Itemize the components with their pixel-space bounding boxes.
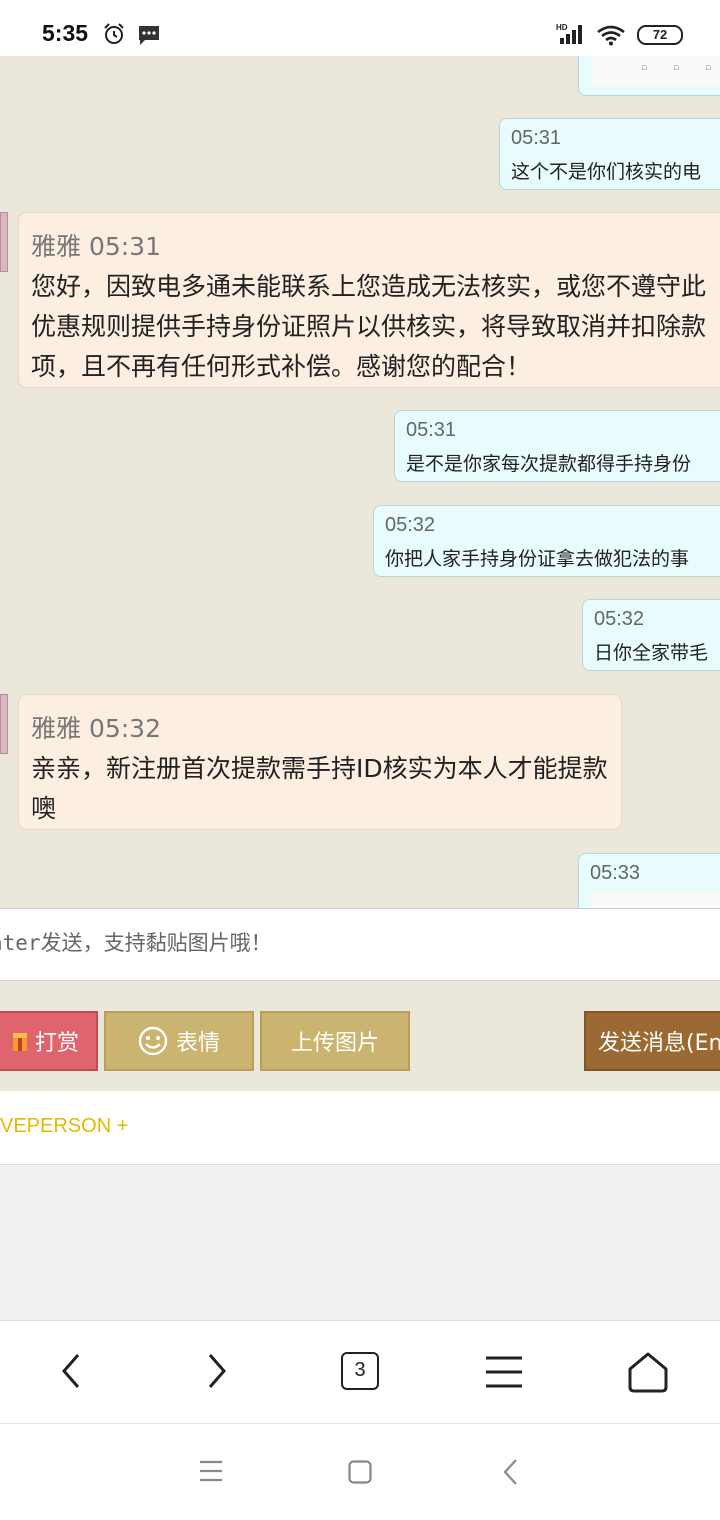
status-time: 5:35 bbox=[42, 20, 89, 46]
image-message-bubble[interactable]: 05:33 bbox=[578, 853, 720, 908]
avatar[interactable] bbox=[0, 694, 8, 754]
message-icon bbox=[139, 26, 159, 45]
alarm-icon bbox=[104, 23, 124, 44]
outgoing-message[interactable]: 05:32 日你全家带毛 bbox=[582, 599, 720, 671]
image-thumbnail[interactable] bbox=[591, 892, 720, 908]
upload-label: 上传图片 bbox=[290, 1031, 379, 1056]
thumb-dot-icon: ▫ bbox=[673, 63, 680, 73]
emoji-button[interactable]: 表情 bbox=[104, 1011, 254, 1071]
thumb-dot-icon: ▫ bbox=[641, 63, 648, 73]
outgoing-message[interactable]: 05:31 这个不是你们核实的电 bbox=[499, 118, 720, 190]
network-label: HD bbox=[556, 23, 568, 32]
blank-area bbox=[0, 1165, 720, 1320]
message-sender: 雅雅 05:32 bbox=[31, 714, 161, 743]
message-text: 日你全家带毛 bbox=[594, 642, 709, 664]
system-navigation-bar bbox=[0, 1424, 720, 1520]
message-sender: 雅雅 05:31 bbox=[31, 232, 161, 261]
message-time: 05:32 bbox=[594, 608, 645, 630]
signal-icon: HD bbox=[556, 23, 582, 44]
brand-text[interactable]: VEPERSON + bbox=[0, 1115, 128, 1138]
thumb-dot-icon: ▫ bbox=[705, 63, 712, 73]
chevron-left-icon[interactable] bbox=[56, 1351, 86, 1391]
home-icon[interactable] bbox=[626, 1351, 670, 1393]
message-text: 您好，因致电多通未能联系上您造成无法核实，或您不遵守此优惠规则提供手持身份证照片… bbox=[31, 272, 707, 381]
message-text: 你把人家手持身份证拿去做犯法的事 bbox=[385, 548, 690, 570]
status-bar: 5:35 HD 72 bbox=[0, 0, 720, 56]
message-text: 是不是你家每次提款都得手持身份 bbox=[406, 453, 692, 475]
message-time: 05:31 bbox=[511, 127, 562, 149]
avatar[interactable] bbox=[0, 212, 8, 272]
message-time: 05:33 bbox=[590, 862, 641, 884]
send-label: 发送消息(En bbox=[598, 1031, 720, 1056]
outgoing-message[interactable]: 05:32 你把人家手持身份证拿去做犯法的事 bbox=[373, 505, 720, 577]
tabs-button[interactable]: 3 bbox=[341, 1352, 379, 1390]
message-time: 05:32 bbox=[385, 514, 436, 536]
wifi-icon bbox=[597, 25, 625, 46]
recents-icon[interactable] bbox=[199, 1460, 223, 1482]
gift-icon bbox=[12, 1033, 27, 1051]
brand-footer: VEPERSON + bbox=[0, 1091, 720, 1165]
reward-label: 打赏 bbox=[34, 1031, 79, 1056]
message-text: 亲亲，新注册首次提款需手持ID核实为本人才能提款噢 bbox=[31, 754, 608, 823]
send-button[interactable]: 发送消息(En bbox=[584, 1011, 720, 1071]
system-back-icon[interactable] bbox=[502, 1458, 518, 1486]
browser-toolbar: 3 bbox=[0, 1320, 720, 1424]
chat-area[interactable]: ▫ ▫ ▫ 05:31 这个不是你们核实的电 雅雅 05:31 您好，因致电多通… bbox=[0, 56, 720, 908]
message-text: 这个不是你们核实的电 bbox=[511, 161, 702, 183]
input-placeholder: nter发送，支持黏贴图片哦！ bbox=[0, 931, 272, 955]
incoming-message[interactable]: 雅雅 05:31 您好，因致电多通未能联系上您造成无法核实，或您不遵守此优惠规则… bbox=[18, 212, 720, 388]
message-input[interactable]: nter发送，支持黏贴图片哦！ bbox=[0, 908, 720, 981]
emoji-label: 表情 bbox=[175, 1031, 220, 1056]
incoming-message[interactable]: 雅雅 05:32 亲亲，新注册首次提款需手持ID核实为本人才能提款噢 bbox=[18, 694, 622, 830]
menu-icon[interactable] bbox=[484, 1355, 524, 1389]
image-thumbnail[interactable]: ▫ ▫ ▫ bbox=[593, 56, 720, 85]
upload-image-button[interactable]: 上传图片 bbox=[260, 1011, 410, 1071]
smiley-icon bbox=[138, 1026, 168, 1056]
reward-button[interactable]: 打赏 bbox=[0, 1011, 98, 1071]
chevron-right-icon[interactable] bbox=[202, 1351, 232, 1391]
image-message-bubble[interactable]: ▫ ▫ ▫ bbox=[578, 56, 720, 96]
outgoing-message[interactable]: 05:31 是不是你家每次提款都得手持身份 bbox=[394, 410, 720, 482]
home-square-icon[interactable] bbox=[348, 1460, 372, 1484]
message-time: 05:31 bbox=[406, 419, 457, 441]
battery-indicator: 72 bbox=[637, 25, 683, 45]
chat-toolbar: 打赏 表情 上传图片 发送消息(En bbox=[0, 981, 720, 1091]
